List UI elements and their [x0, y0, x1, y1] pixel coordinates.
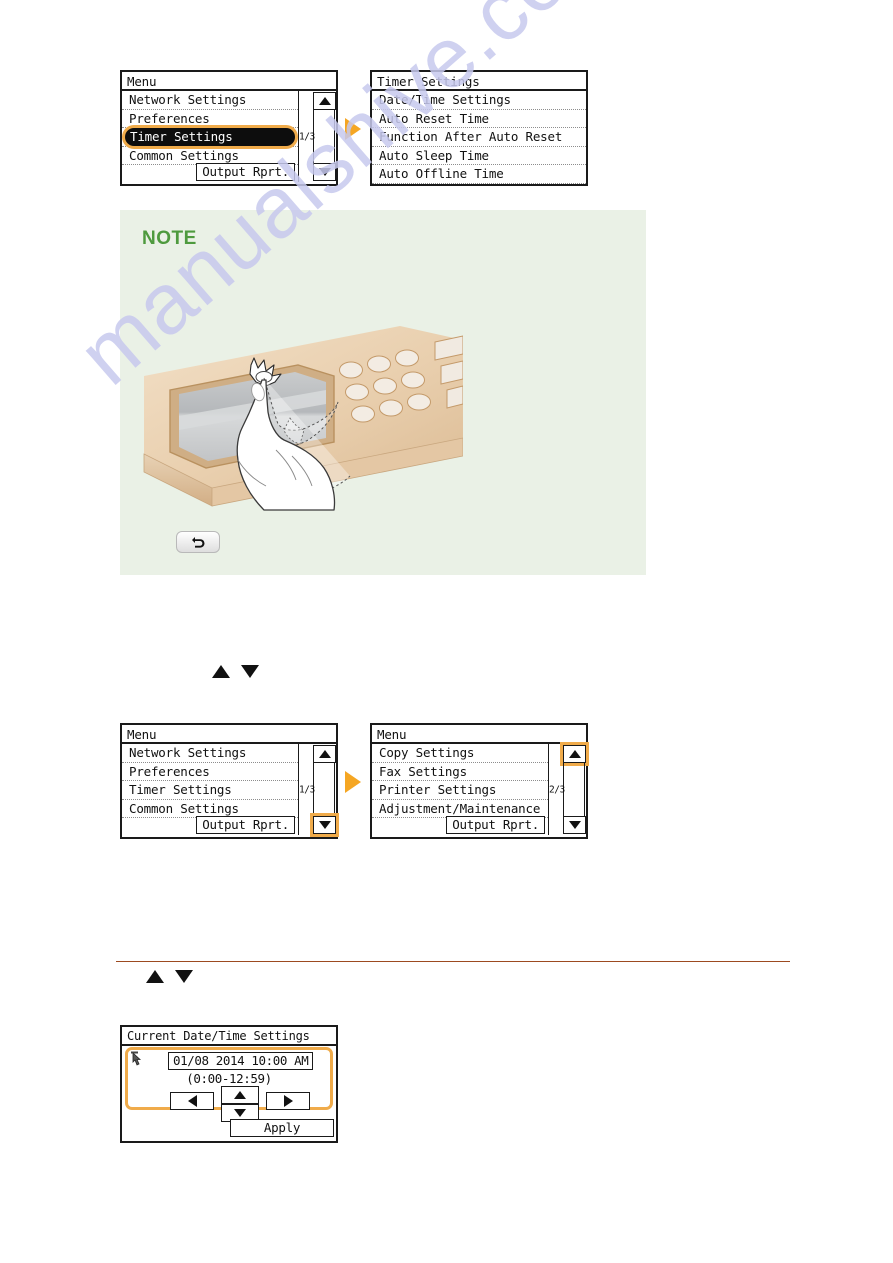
- scroll-down-button[interactable]: [313, 163, 336, 181]
- triangle-up-icon: [234, 1091, 246, 1099]
- scroll-down-button[interactable]: [563, 816, 586, 834]
- menu-screen-step2-right: Menu Copy Settings Fax Settings Printer …: [370, 723, 588, 839]
- apply-button[interactable]: Apply: [230, 1119, 334, 1137]
- screen-title: Menu: [372, 725, 586, 744]
- menu-item-timer-settings[interactable]: Timer Settings: [122, 781, 298, 800]
- scrollbar: 1/3: [298, 744, 336, 835]
- scroll-track[interactable]: [563, 763, 585, 816]
- menu-item-date-time-settings[interactable]: Date/Time Settings: [372, 91, 586, 110]
- scroll-down-button[interactable]: [313, 816, 336, 834]
- output-report-button[interactable]: Output Rprt.: [196, 816, 295, 834]
- control-panel-tap-illustration: [138, 320, 463, 515]
- page-indicator: 1/3: [299, 131, 315, 142]
- scroll-arrows-hint-middle: [212, 665, 259, 678]
- menu-screen-step1-left: Menu Network Settings Preferences Timer …: [120, 70, 338, 186]
- triangle-right-icon: [283, 1095, 293, 1107]
- menu-item-network-settings[interactable]: Network Settings: [122, 744, 298, 763]
- date-time-value-field[interactable]: 01/08 2014 10:00 AM: [168, 1052, 314, 1070]
- scroll-up-button[interactable]: [563, 745, 586, 763]
- menu-item-preferences[interactable]: Preferences: [122, 110, 298, 129]
- menu-item-network-settings[interactable]: Network Settings: [122, 91, 298, 110]
- menu-item-printer-settings[interactable]: Printer Settings: [372, 781, 548, 800]
- selected-item-label: Timer Settings: [125, 128, 295, 147]
- back-button[interactable]: [176, 531, 220, 553]
- flow-arrow-icon-step2: [345, 771, 361, 793]
- value-increase-button[interactable]: [221, 1086, 259, 1104]
- screen-title: Current Date/Time Settings: [122, 1027, 336, 1046]
- menu-item-auto-sleep-time[interactable]: Auto Sleep Time: [372, 147, 586, 166]
- menu-item-function-after-auto-reset[interactable]: Function After Auto Reset: [372, 128, 586, 147]
- scroll-arrows-hint-bottom: [146, 970, 193, 983]
- triangle-down-icon: [568, 821, 581, 829]
- timer-settings-screen: Timer Settings Date/Time Settings Auto R…: [370, 70, 588, 186]
- screen-title: Timer Settings: [372, 72, 586, 91]
- menu-item-fax-settings[interactable]: Fax Settings: [372, 763, 548, 782]
- triangle-down-icon: [234, 1109, 246, 1117]
- date-time-settings-screen: Current Date/Time Settings 01/08 2014 10…: [120, 1025, 338, 1143]
- menu-item-preferences[interactable]: Preferences: [122, 763, 298, 782]
- scroll-up-button[interactable]: [313, 92, 336, 110]
- note-title: NOTE: [142, 228, 197, 249]
- cursor-right-button[interactable]: [266, 1092, 310, 1110]
- triangle-up-icon: [318, 97, 331, 105]
- page-indicator: 1/3: [299, 784, 315, 795]
- flow-arrow-icon-step1: [345, 118, 361, 140]
- menu-screen-step2-left: Menu Network Settings Preferences Timer …: [120, 723, 338, 839]
- scroll-up-button[interactable]: [313, 745, 336, 763]
- menu-item-auto-offline-time[interactable]: Auto Offline Time: [372, 165, 586, 184]
- triangle-up-icon: [212, 665, 230, 678]
- scroll-track[interactable]: [313, 110, 335, 163]
- valid-range-label: (0:00-12:59): [186, 1071, 272, 1086]
- menu-item-copy-settings[interactable]: Copy Settings: [372, 744, 548, 763]
- output-report-button[interactable]: Output Rprt.: [196, 163, 295, 181]
- page-indicator: 2/3: [549, 784, 565, 795]
- note-callout: NOTE: [120, 210, 646, 575]
- hand-pointer-icon: [130, 1051, 147, 1072]
- section-divider: [116, 961, 790, 962]
- scrollbar: 2/3: [548, 744, 586, 835]
- cursor-left-button[interactable]: [170, 1092, 214, 1110]
- scrollbar: 1/3: [298, 91, 336, 182]
- menu-item-auto-reset-time[interactable]: Auto Reset Time: [372, 110, 586, 129]
- triangle-down-icon: [175, 970, 193, 983]
- output-report-button[interactable]: Output Rprt.: [446, 816, 545, 834]
- triangle-up-icon: [568, 750, 581, 758]
- scroll-track[interactable]: [313, 763, 335, 816]
- screen-title: Menu: [122, 72, 336, 91]
- triangle-left-icon: [187, 1095, 197, 1107]
- menu-item-timer-settings[interactable]: Timer Settings: [122, 128, 298, 147]
- triangle-down-icon: [318, 821, 331, 829]
- screen-title: Menu: [122, 725, 336, 744]
- back-arrow-icon: [192, 537, 205, 548]
- triangle-down-icon: [318, 168, 331, 176]
- triangle-down-icon: [241, 665, 259, 678]
- triangle-up-icon: [146, 970, 164, 983]
- triangle-up-icon: [318, 750, 331, 758]
